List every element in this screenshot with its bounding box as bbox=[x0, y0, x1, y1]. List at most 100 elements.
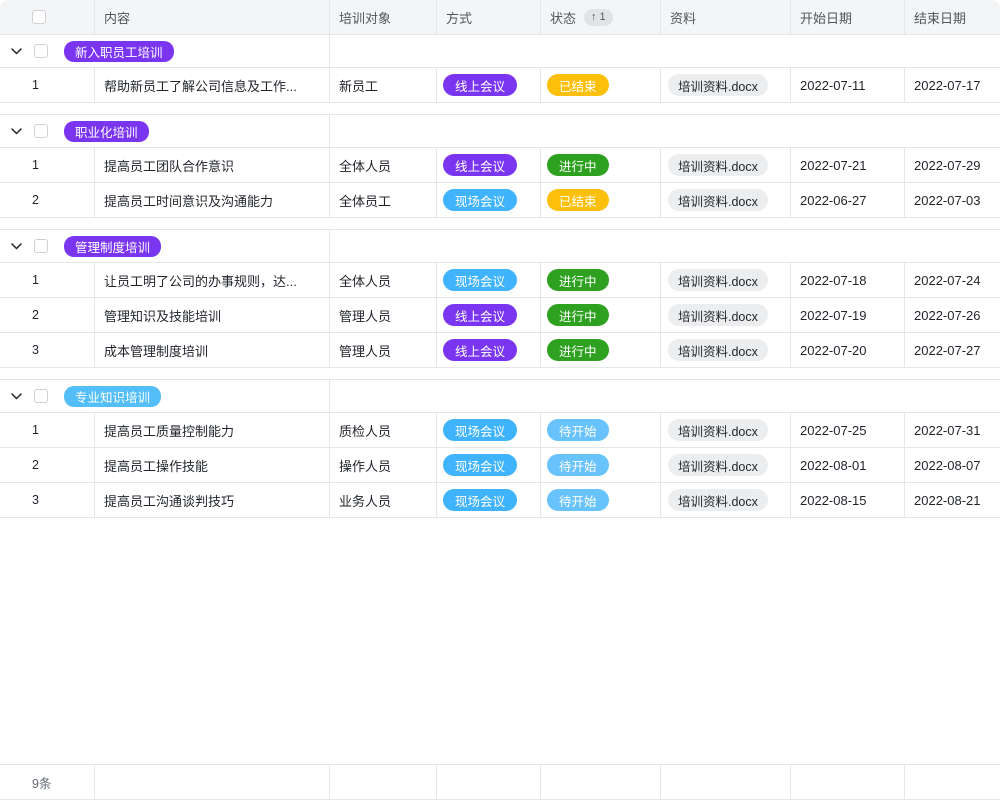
method-cell[interactable]: 现场会议 bbox=[437, 413, 541, 447]
target-cell[interactable]: 质检人员 bbox=[330, 413, 437, 447]
content-cell[interactable]: 帮助新员工了解公司信息及工作... bbox=[95, 68, 330, 102]
file-chip[interactable]: 培训资料.docx bbox=[668, 304, 768, 326]
status-cell[interactable]: 进行中 bbox=[541, 263, 661, 297]
method-cell[interactable]: 线上会议 bbox=[437, 148, 541, 182]
sort-badge[interactable]: ↑ 1 bbox=[584, 9, 613, 26]
start-date-cell[interactable]: 2022-07-19 bbox=[791, 298, 905, 332]
file-cell[interactable]: 培训资料.docx bbox=[661, 263, 791, 297]
start-date-cell[interactable]: 2022-08-15 bbox=[791, 483, 905, 517]
group-checkbox[interactable] bbox=[34, 44, 48, 58]
header-method[interactable]: 方式 bbox=[437, 0, 541, 34]
end-date-cell[interactable]: 2022-08-21 bbox=[905, 483, 1000, 517]
start-date-cell[interactable]: 2022-07-21 bbox=[791, 148, 905, 182]
start-date-cell[interactable]: 2022-07-18 bbox=[791, 263, 905, 297]
file-cell[interactable]: 培训资料.docx bbox=[661, 333, 791, 367]
method-tag: 线上会议 bbox=[443, 304, 517, 326]
target-cell[interactable]: 操作人员 bbox=[330, 448, 437, 482]
start-date-cell[interactable]: 2022-07-11 bbox=[791, 68, 905, 102]
group-checkbox[interactable] bbox=[34, 389, 48, 403]
group-header-fill bbox=[330, 115, 1000, 147]
file-cell[interactable]: 培训资料.docx bbox=[661, 183, 791, 217]
method-cell[interactable]: 线上会议 bbox=[437, 333, 541, 367]
method-cell[interactable]: 现场会议 bbox=[437, 483, 541, 517]
content-cell[interactable]: 提高员工沟通谈判技巧 bbox=[95, 483, 330, 517]
file-cell[interactable]: 培训资料.docx bbox=[661, 298, 791, 332]
start-date-cell[interactable]: 2022-07-25 bbox=[791, 413, 905, 447]
header-end-date[interactable]: 结束日期 bbox=[905, 0, 1000, 34]
status-cell[interactable]: 已结束 bbox=[541, 183, 661, 217]
file-chip[interactable]: 培训资料.docx bbox=[668, 489, 768, 511]
group-name-badge[interactable]: 专业知识培训 bbox=[64, 386, 161, 407]
end-date-cell[interactable]: 2022-07-03 bbox=[905, 183, 1000, 217]
chevron-down-icon[interactable] bbox=[10, 48, 22, 55]
start-date-cell[interactable]: 2022-07-20 bbox=[791, 333, 905, 367]
group-header-left: 专业知识培训 bbox=[0, 380, 330, 412]
content-cell[interactable]: 提高员工质量控制能力 bbox=[95, 413, 330, 447]
header-file[interactable]: 资料 bbox=[661, 0, 791, 34]
header-content[interactable]: 内容 bbox=[95, 0, 330, 34]
file-chip[interactable]: 培训资料.docx bbox=[668, 154, 768, 176]
status-cell[interactable]: 进行中 bbox=[541, 298, 661, 332]
content-cell[interactable]: 提高员工时间意识及沟通能力 bbox=[95, 183, 330, 217]
file-chip[interactable]: 培训资料.docx bbox=[668, 269, 768, 291]
target-cell[interactable]: 全体员工 bbox=[330, 183, 437, 217]
target-cell[interactable]: 新员工 bbox=[330, 68, 437, 102]
file-cell[interactable]: 培训资料.docx bbox=[661, 448, 791, 482]
group-name-badge[interactable]: 新入职员工培训 bbox=[64, 41, 174, 62]
method-cell[interactable]: 线上会议 bbox=[437, 298, 541, 332]
group-name-badge[interactable]: 职业化培训 bbox=[64, 121, 149, 142]
method-cell[interactable]: 现场会议 bbox=[437, 263, 541, 297]
chevron-down-icon[interactable] bbox=[10, 243, 22, 250]
content-cell[interactable]: 提高员工团队合作意识 bbox=[95, 148, 330, 182]
row-index: 1 bbox=[0, 148, 95, 182]
method-cell[interactable]: 线上会议 bbox=[437, 68, 541, 102]
status-tag: 待开始 bbox=[547, 419, 609, 441]
select-all-checkbox[interactable] bbox=[32, 10, 46, 24]
end-date-cell[interactable]: 2022-07-27 bbox=[905, 333, 1000, 367]
content-cell[interactable]: 让员工明了公司的办事规则，达... bbox=[95, 263, 330, 297]
status-cell[interactable]: 待开始 bbox=[541, 448, 661, 482]
group-checkbox[interactable] bbox=[34, 124, 48, 138]
header-target[interactable]: 培训对象 bbox=[330, 0, 437, 34]
target-cell[interactable]: 全体人员 bbox=[330, 263, 437, 297]
status-cell[interactable]: 进行中 bbox=[541, 333, 661, 367]
status-cell[interactable]: 已结束 bbox=[541, 68, 661, 102]
file-cell[interactable]: 培训资料.docx bbox=[661, 483, 791, 517]
chevron-down-icon[interactable] bbox=[10, 393, 22, 400]
file-cell[interactable]: 培训资料.docx bbox=[661, 148, 791, 182]
file-chip[interactable]: 培训资料.docx bbox=[668, 454, 768, 476]
group-name-badge[interactable]: 管理制度培训 bbox=[64, 236, 161, 257]
group-header: 专业知识培训 bbox=[0, 380, 1000, 413]
sort-count: 1 bbox=[600, 11, 606, 23]
end-date-cell[interactable]: 2022-07-31 bbox=[905, 413, 1000, 447]
file-cell[interactable]: 培训资料.docx bbox=[661, 68, 791, 102]
status-cell[interactable]: 待开始 bbox=[541, 483, 661, 517]
file-chip[interactable]: 培训资料.docx bbox=[668, 189, 768, 211]
header-status[interactable]: 状态 ↑ 1 bbox=[541, 0, 661, 34]
header-start-date[interactable]: 开始日期 bbox=[791, 0, 905, 34]
end-date-cell[interactable]: 2022-07-17 bbox=[905, 68, 1000, 102]
start-date-cell[interactable]: 2022-08-01 bbox=[791, 448, 905, 482]
target-cell[interactable]: 业务人员 bbox=[330, 483, 437, 517]
end-date-cell[interactable]: 2022-08-07 bbox=[905, 448, 1000, 482]
group-checkbox[interactable] bbox=[34, 239, 48, 253]
content-cell[interactable]: 提高员工操作技能 bbox=[95, 448, 330, 482]
chevron-down-icon[interactable] bbox=[10, 128, 22, 135]
status-cell[interactable]: 进行中 bbox=[541, 148, 661, 182]
end-date-cell[interactable]: 2022-07-29 bbox=[905, 148, 1000, 182]
start-date-cell[interactable]: 2022-06-27 bbox=[791, 183, 905, 217]
target-cell[interactable]: 全体人员 bbox=[330, 148, 437, 182]
file-chip[interactable]: 培训资料.docx bbox=[668, 339, 768, 361]
target-cell[interactable]: 管理人员 bbox=[330, 298, 437, 332]
end-date-cell[interactable]: 2022-07-24 bbox=[905, 263, 1000, 297]
method-cell[interactable]: 现场会议 bbox=[437, 448, 541, 482]
content-cell[interactable]: 管理知识及技能培训 bbox=[95, 298, 330, 332]
file-chip[interactable]: 培训资料.docx bbox=[668, 74, 768, 96]
file-chip[interactable]: 培训资料.docx bbox=[668, 419, 768, 441]
target-cell[interactable]: 管理人员 bbox=[330, 333, 437, 367]
end-date-cell[interactable]: 2022-07-26 bbox=[905, 298, 1000, 332]
method-cell[interactable]: 现场会议 bbox=[437, 183, 541, 217]
file-cell[interactable]: 培训资料.docx bbox=[661, 413, 791, 447]
status-cell[interactable]: 待开始 bbox=[541, 413, 661, 447]
content-cell[interactable]: 成本管理制度培训 bbox=[95, 333, 330, 367]
